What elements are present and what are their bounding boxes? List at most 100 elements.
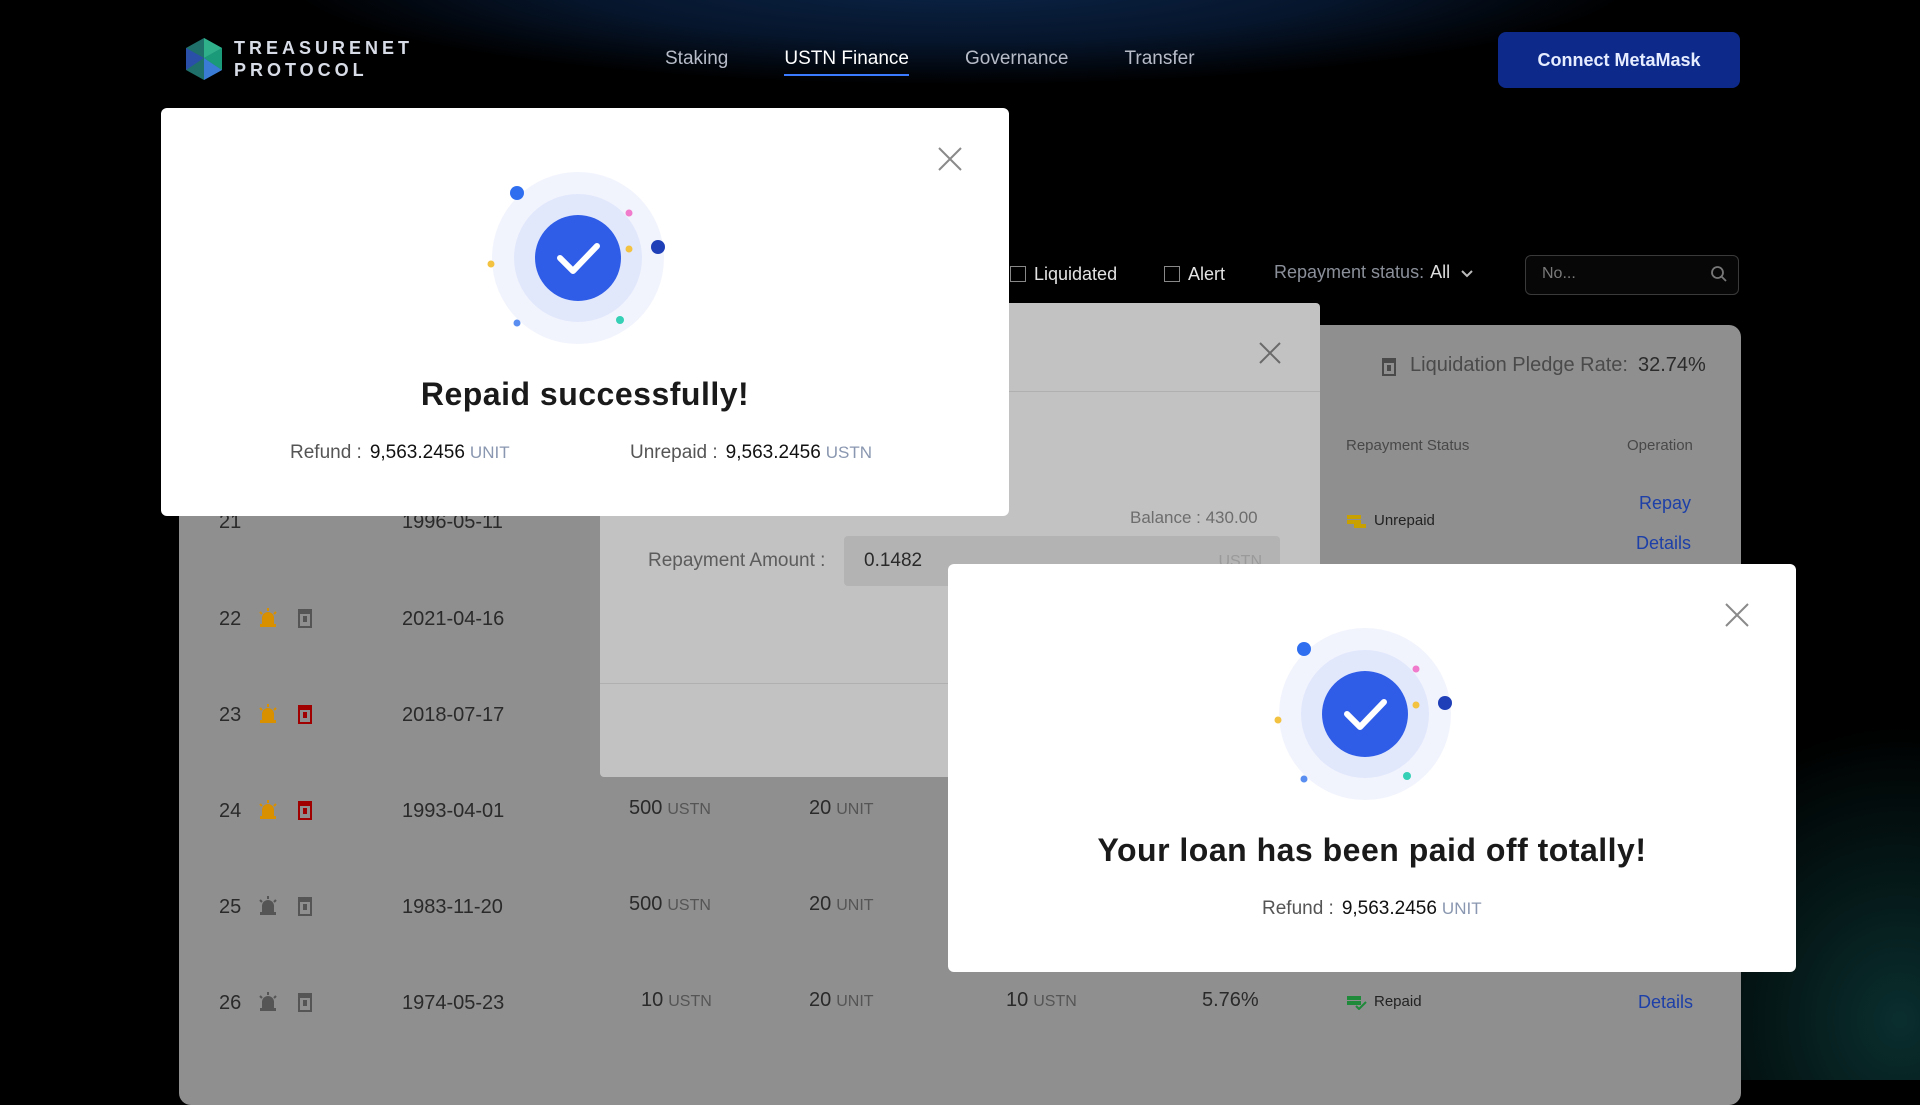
status-text: Repaid [1374, 993, 1422, 1010]
pledge-value: 20 [809, 989, 832, 1011]
loan-unit: USTN [667, 897, 711, 914]
success-check-icon [487, 172, 665, 344]
liquidation-pledge-rate: Liquidation Pledge Rate: 32.74% [1380, 354, 1706, 377]
pledge-amount: 20 UNIT [809, 989, 874, 1012]
alarm-icon [259, 704, 277, 723]
pledge-rate-label: Liquidation Pledge Rate: [1410, 354, 1628, 376]
loan-amount: 500 USTN [629, 893, 711, 916]
row-no: 25 [219, 896, 242, 918]
pledge-unit: UNIT [836, 801, 874, 818]
pledge-amount: 20 UNIT [809, 893, 874, 916]
nav-governance[interactable]: Governance [965, 48, 1069, 76]
refund-unit: UNIT [469, 443, 510, 462]
success-check-icon [1274, 628, 1452, 800]
unrepaid-line: Unrepaid : 9,563.2456 USTN [630, 442, 872, 464]
rate-value: 5.76% [1202, 989, 1259, 1011]
close-icon[interactable] [1258, 341, 1282, 365]
liquidation-icon [298, 897, 312, 916]
pledge-value: 20 [809, 893, 832, 915]
liquidation-icon [298, 993, 312, 1012]
row-date: 2021-04-16 [402, 608, 505, 630]
brand-line2: PROTOCOL [234, 60, 368, 80]
unrepaid-label: Unrepaid : [630, 442, 718, 463]
refund-label: Refund : [290, 442, 362, 463]
repayment-amount-label: Repayment Amount : [648, 550, 826, 571]
repay-link[interactable]: Repay [1639, 493, 1691, 514]
status-repaid: Repaid [1346, 993, 1422, 1010]
loan-unit: USTN [667, 801, 711, 818]
alert-checkbox[interactable] [1164, 266, 1180, 282]
row-date: 1983-11-20 [402, 896, 503, 918]
search-input[interactable] [1540, 264, 1704, 284]
nav-transfer[interactable]: Transfer [1125, 48, 1195, 76]
treasurenet-logo-icon [186, 38, 222, 80]
status-unrepaid: Unrepaid [1346, 512, 1435, 529]
loan-value: 500 [629, 797, 663, 819]
row-no: 26 [219, 992, 242, 1014]
alert-filter[interactable]: Alert [1164, 262, 1225, 286]
paid-off-title: Your loan has been paid off totally! [1097, 832, 1647, 868]
loan-amount: 10 USTN [641, 989, 712, 1012]
liquidated-filter[interactable]: Liquidated [1010, 262, 1117, 286]
close-icon[interactable] [937, 146, 963, 172]
repaid-unit: USTN [1033, 993, 1077, 1010]
search-box[interactable] [1525, 255, 1739, 295]
pledge-unit: UNIT [836, 897, 874, 914]
nav-ustn-finance[interactable]: USTN Finance [784, 48, 909, 76]
alarm-icon [259, 800, 277, 819]
header-repayment-status: Repayment Status [1346, 437, 1470, 454]
alarm-icon [259, 896, 277, 915]
trash-icon [1382, 357, 1396, 376]
repaid-value: 10 [1006, 989, 1029, 1011]
brand-line1: TREASURENET [234, 38, 414, 58]
amount-value: 0.1482 [864, 550, 923, 571]
status-filter-value: All [1430, 262, 1451, 282]
main-nav: Staking USTN Finance Governance Transfer [665, 48, 1251, 76]
refund-label: Refund : [1262, 898, 1334, 919]
unrepaid-unit: USTN [825, 443, 873, 462]
pledge-rate-value: 32.74% [1637, 354, 1706, 376]
paid-off-modal: Your loan has been paid off totally! Ref… [948, 564, 1796, 972]
chevron-down-icon [1461, 270, 1473, 278]
status-text: Unrepaid [1374, 512, 1435, 529]
loan-value: 500 [629, 893, 663, 915]
row-no: 23 [219, 704, 242, 726]
close-icon[interactable] [1724, 602, 1750, 628]
row-no: 22 [219, 608, 242, 630]
brand-logo[interactable]: TREASURENET PROTOCOL [182, 36, 413, 82]
repaid-amount: 10 USTN [1006, 989, 1077, 1012]
top-header: TREASURENET PROTOCOL Staking USTN Financ… [0, 0, 1920, 120]
repaid-coins-icon [1347, 995, 1367, 1010]
search-icon[interactable] [1710, 265, 1728, 283]
unrepaid-value: 9,563.2456 [725, 442, 821, 463]
header-operation: Operation [1627, 437, 1693, 454]
liquidation-icon [298, 609, 312, 628]
pledge-amount: 20 UNIT [809, 797, 874, 820]
details-link[interactable]: Details [1636, 533, 1691, 554]
row-no: 24 [219, 800, 242, 822]
refund-value: 9,563.2456 [369, 442, 465, 463]
row-date: 1974-05-23 [402, 992, 505, 1014]
loan-amount: 500 USTN [629, 797, 711, 820]
refund-unit: UNIT [1441, 899, 1482, 918]
repaid-success-modal: Repaid successfully! Refund :9,563.2456 U… [161, 108, 1009, 516]
alarm-icon [259, 992, 277, 1011]
coins-icon [1347, 514, 1366, 528]
row-date: 2018-07-17 [402, 704, 505, 726]
loan-value: 10 [641, 989, 664, 1011]
repayment-status-filter[interactable]: Repayment status: All [1274, 262, 1473, 283]
alert-label: Alert [1188, 263, 1226, 284]
connect-metamask-button[interactable]: Connect MetaMask [1498, 32, 1740, 88]
liquidated-label: Liquidated [1034, 263, 1118, 284]
balance-text: Balance : 430.00 [1130, 508, 1258, 527]
liquidated-checkbox[interactable] [1010, 266, 1026, 282]
nav-staking[interactable]: Staking [665, 48, 728, 76]
status-filter-label: Repayment status: [1274, 262, 1425, 282]
alarm-icon [259, 608, 277, 627]
brand-wordmark: TREASURENET PROTOCOL [234, 37, 413, 81]
refund-value: 9,563.2456 [1341, 898, 1437, 919]
liquidation-icon [298, 801, 312, 820]
loan-unit: USTN [668, 993, 712, 1010]
success-title: Repaid successfully! [420, 376, 750, 412]
details-link[interactable]: Details [1638, 992, 1693, 1013]
